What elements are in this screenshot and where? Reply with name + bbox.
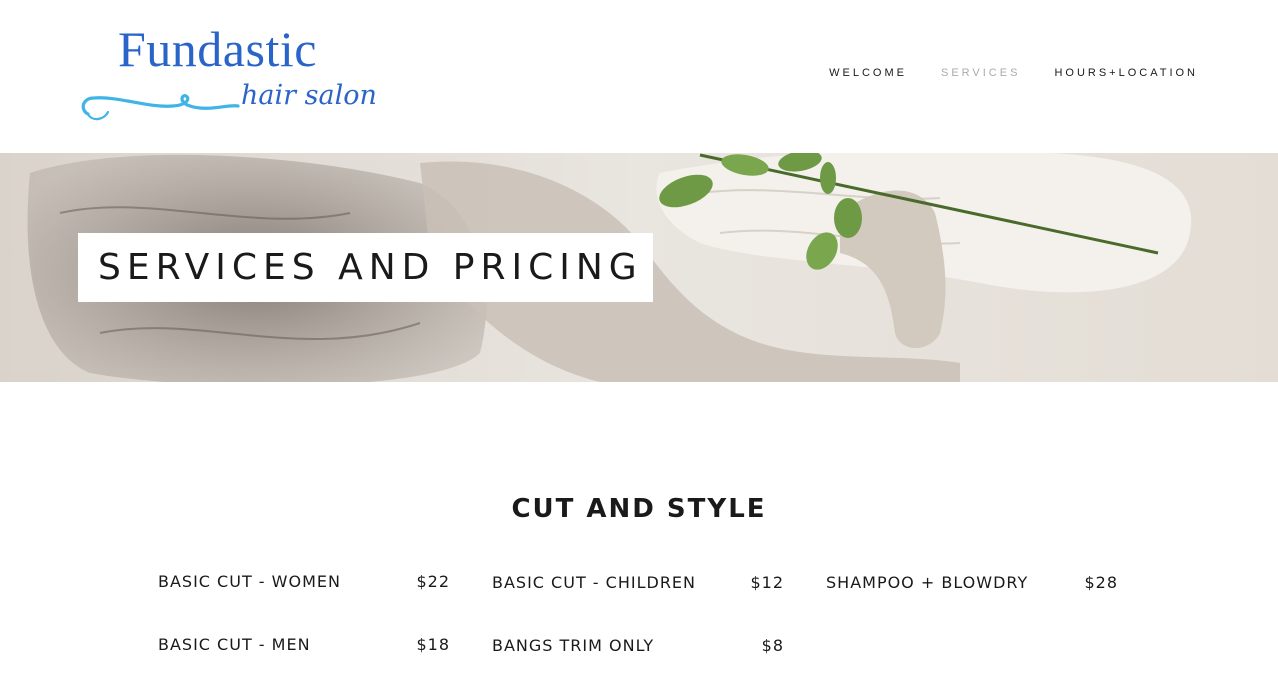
service-name: BASIC CUT - WOMEN: [158, 572, 341, 591]
page-title: SERVICES AND PRICING: [98, 247, 643, 288]
service-item: BASIC CUT - CHILDREN $12: [492, 573, 784, 597]
service-price: $28: [1084, 573, 1118, 592]
nav-link-hours-location[interactable]: HOURS+LOCATION: [1054, 67, 1198, 79]
banner-title-box: SERVICES AND PRICING: [78, 233, 653, 302]
service-name: BASIC CUT - MEN: [158, 635, 311, 654]
logo-subtitle: hair salon: [241, 80, 377, 111]
main-nav: WELCOME SERVICES HOURS+LOCATION: [829, 67, 1198, 79]
logo-title: Fundastic: [118, 21, 317, 77]
section-title-cut-and-style: CUT AND STYLE: [511, 494, 767, 524]
service-price: $22: [416, 572, 450, 591]
service-item: BASIC CUT - MEN $18: [158, 635, 450, 659]
swoosh-icon: [81, 94, 240, 121]
service-name: BASIC CUT - CHILDREN: [492, 573, 697, 592]
nav-link-welcome[interactable]: WELCOME: [829, 67, 907, 79]
service-name: SHAMPOO + BLOWDRY: [826, 573, 1029, 592]
service-item: BASIC CUT - WOMEN $22: [158, 572, 450, 596]
service-price: $12: [750, 573, 784, 592]
service-price: $8: [761, 636, 784, 655]
site-logo[interactable]: Fundastic hair salon: [78, 22, 408, 132]
site-header: Fundastic hair salon WELCOME SERVICES HO…: [0, 0, 1278, 153]
service-item: SHAMPOO + BLOWDRY $28: [826, 573, 1118, 597]
hero-banner: SERVICES AND PRICING: [0, 153, 1278, 382]
service-name: BANGS TRIM ONLY: [492, 636, 655, 655]
nav-link-services[interactable]: SERVICES: [941, 67, 1020, 79]
service-price: $18: [416, 635, 450, 654]
service-item: BANGS TRIM ONLY $8: [492, 636, 784, 660]
